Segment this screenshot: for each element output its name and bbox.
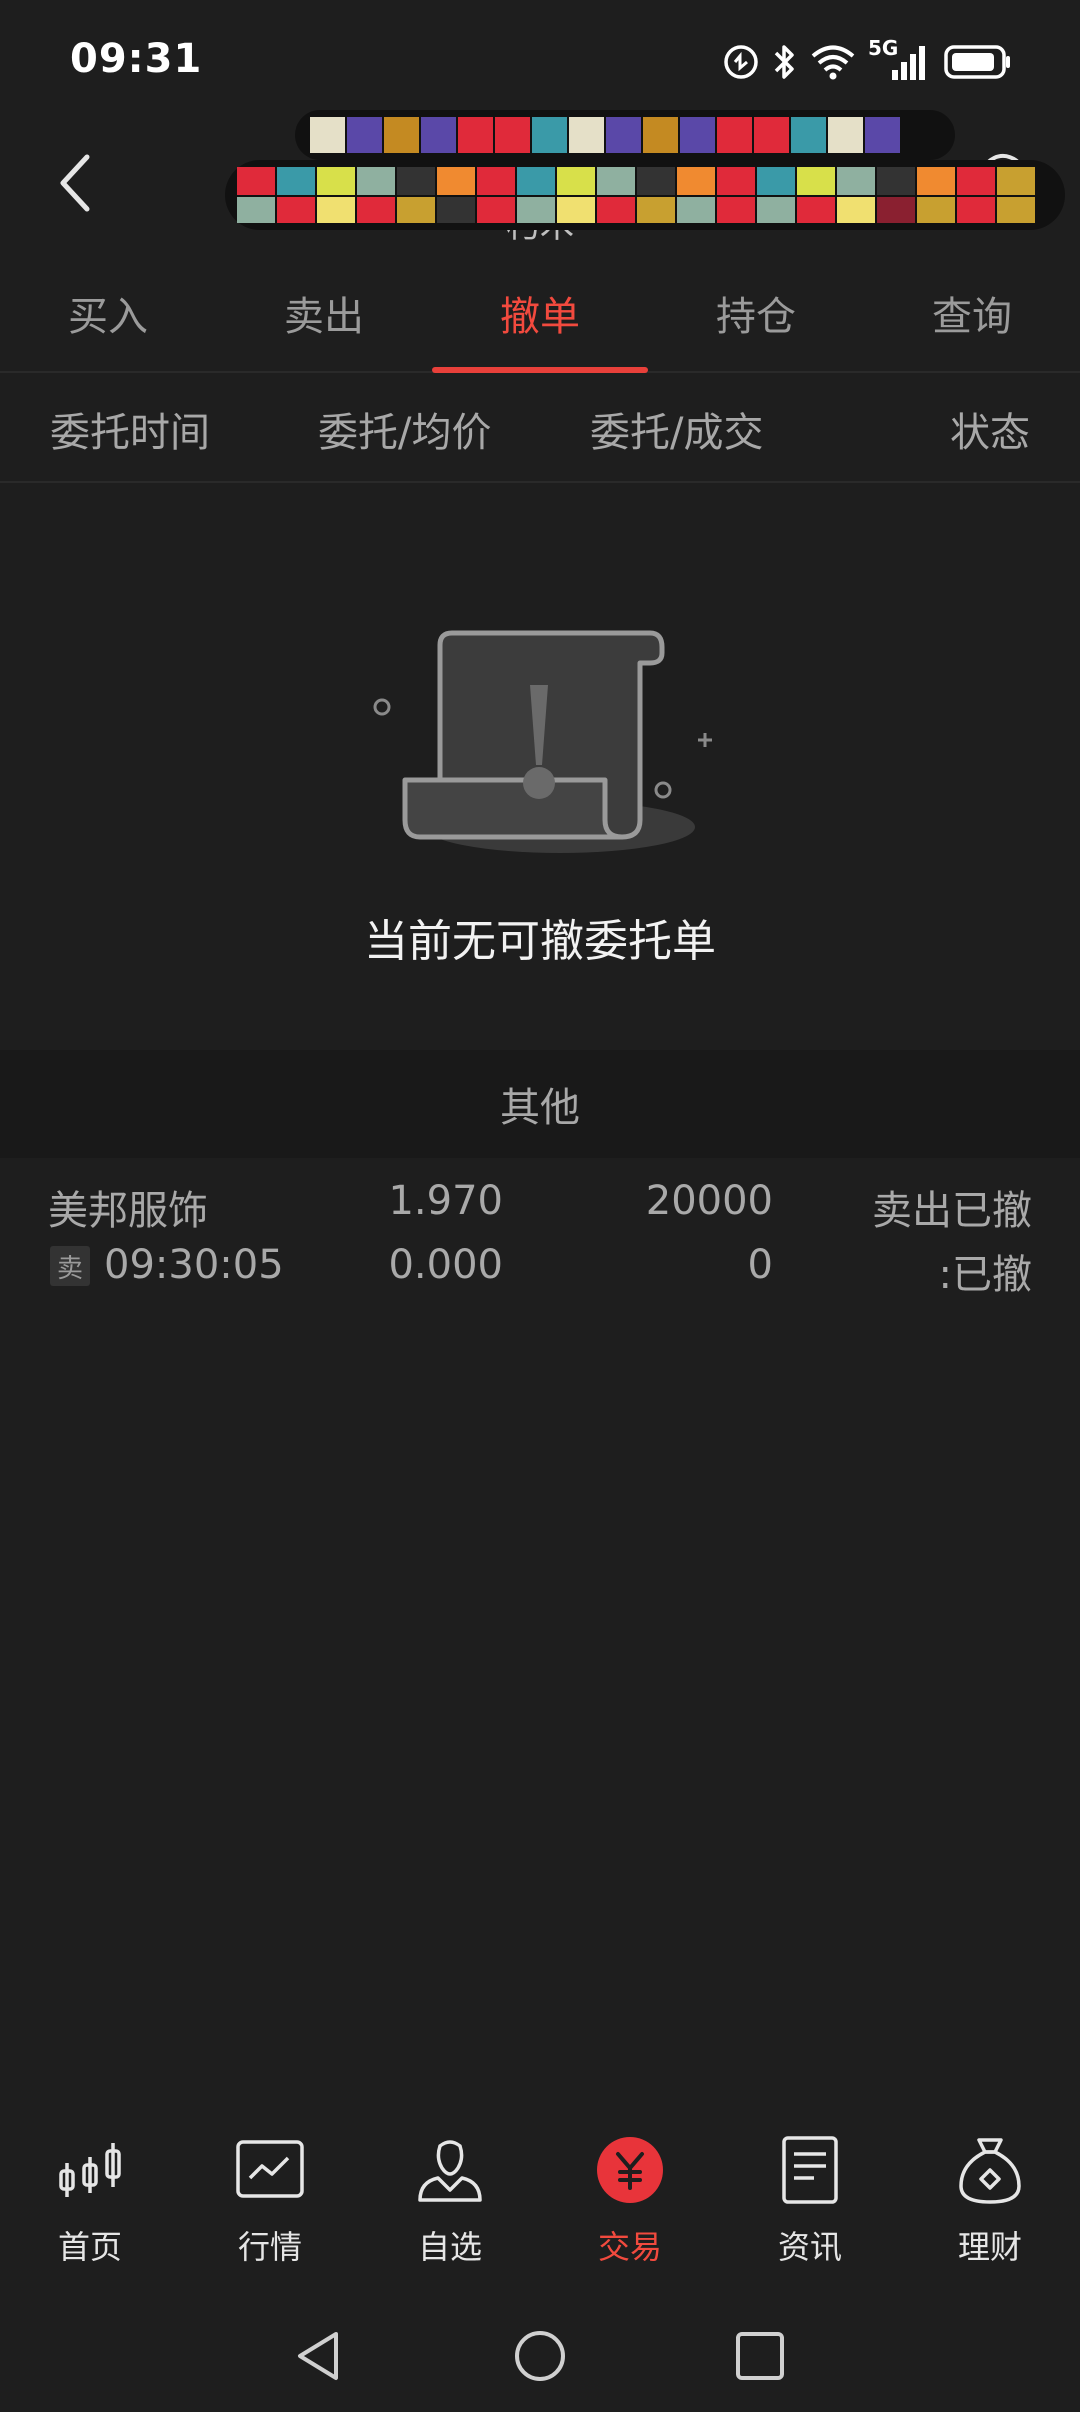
system-home-button[interactable] (505, 2321, 575, 2391)
nav-market-label: 行情 (237, 2228, 302, 2266)
redaction-overlay (225, 110, 1065, 230)
tab-sell[interactable]: 卖出 (216, 255, 432, 371)
system-back-button[interactable] (285, 2321, 355, 2391)
trade-cancel-page: 09:31 5G 朽木 (0, 0, 1080, 2412)
nav-news-label: 资讯 (777, 2228, 842, 2266)
system-recents-button[interactable] (725, 2321, 795, 2391)
order-status-detail: :已撤 (938, 1252, 1032, 1298)
person-check-icon (410, 2130, 490, 2210)
nav-watchlist[interactable]: 自选 (360, 2130, 540, 2280)
order-row[interactable]: 美邦服饰 卖 09:30:05 1.970 0.000 20000 0 卖出已撤… (0, 1158, 1080, 1308)
system-nav (0, 2300, 1080, 2412)
document-icon (770, 2130, 850, 2210)
circle-home-icon (515, 2331, 565, 2381)
nav-watchlist-label: 自选 (417, 2228, 482, 2266)
empty-document-icon (373, 630, 712, 853)
square-recents-icon (736, 2332, 784, 2380)
filled-qty: 0 (747, 1242, 773, 1288)
tab-cancel[interactable]: 撤单 (432, 255, 648, 373)
nav-trade[interactable]: 交易 (540, 2130, 720, 2280)
nav-trade-label: 交易 (597, 2228, 662, 2266)
order-price: 1.970 (388, 1178, 503, 1224)
nav-wealth[interactable]: 理财 (900, 2130, 1080, 2280)
nav-home-label: 首页 (57, 2228, 122, 2266)
status-icons: 5G (722, 36, 1012, 84)
bottom-nav: 首页 行情 自选 交易 资讯 理财 (0, 2130, 1080, 2280)
column-headers: 委托时间 委托/均价 委托/成交 状态 (0, 375, 1080, 483)
tab-buy[interactable]: 买入 (0, 255, 216, 371)
section-other-header: 其他 (0, 1050, 1080, 1158)
battery-icon (944, 44, 1012, 80)
bluetooth-icon (772, 42, 798, 82)
status-time: 09:31 (70, 36, 203, 82)
candlestick-icon (50, 2130, 130, 2210)
col-order-filled: 委托/成交 (590, 410, 764, 456)
empty-message: 当前无可撤委托单 (364, 916, 716, 967)
header: 朽木 (0, 110, 1080, 250)
trade-tabs: 买入 卖出 撤单 持仓 查询 (0, 255, 1080, 373)
col-order-time: 委托时间 (50, 410, 210, 456)
tab-positions[interactable]: 持仓 (648, 255, 864, 371)
order-qty: 20000 (645, 1178, 773, 1224)
col-order-avg-price: 委托/均价 (318, 410, 492, 456)
yuan-icon (590, 2130, 670, 2210)
order-status: 卖出已撤 (872, 1188, 1032, 1234)
triangle-back-icon (298, 2332, 338, 2380)
order-time: 09:30:05 (104, 1242, 284, 1288)
sell-tag: 卖 (50, 1246, 90, 1286)
market-chart-icon (230, 2130, 310, 2210)
data-saver-icon (722, 43, 760, 81)
wifi-icon (810, 43, 856, 81)
avg-price: 0.000 (388, 1242, 503, 1288)
tab-query[interactable]: 查询 (864, 255, 1080, 371)
nav-market[interactable]: 行情 (180, 2130, 360, 2280)
col-status: 状态 (950, 410, 1030, 456)
nav-news[interactable]: 资讯 (720, 2130, 900, 2280)
signal-5g-icon: 5G (868, 36, 932, 82)
nav-home[interactable]: 首页 (0, 2130, 180, 2280)
empty-state: 当前无可撤委托单 (0, 485, 1080, 1050)
stock-name: 美邦服饰 (48, 1188, 208, 1234)
nav-wealth-label: 理财 (957, 2228, 1022, 2266)
money-bag-icon (950, 2130, 1030, 2210)
